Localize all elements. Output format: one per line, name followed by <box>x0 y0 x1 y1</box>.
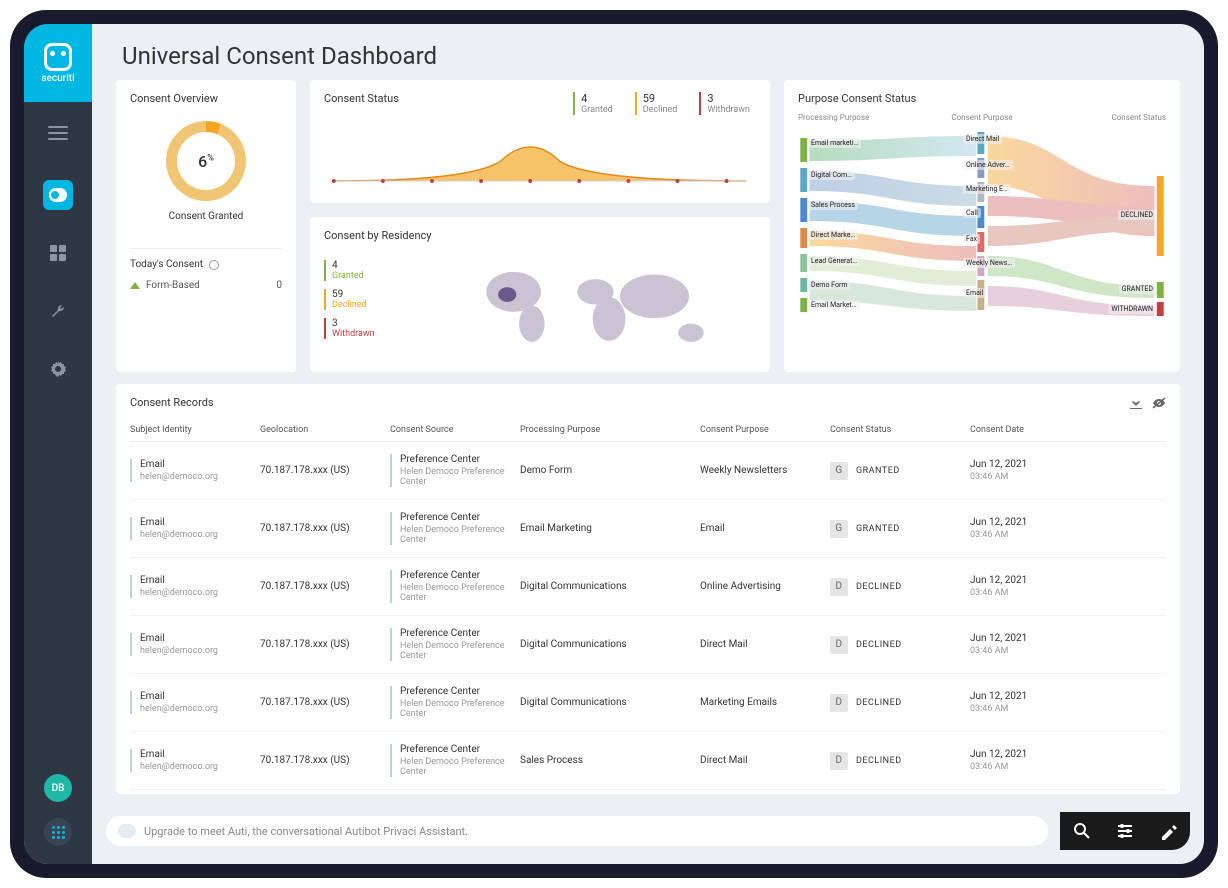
footer-tools <box>1060 812 1190 850</box>
chat-icon <box>118 824 136 838</box>
stat-declined-lbl: Declined <box>643 105 678 115</box>
brand-logo[interactable]: securiti <box>24 24 92 102</box>
stat-granted-lbl: Granted <box>581 105 613 115</box>
res-withdrawn-num: 3 <box>332 318 434 329</box>
today-row-value: 0 <box>276 280 282 291</box>
assistant-text: Upgrade to meet Auti, the conversational… <box>144 825 468 838</box>
stat-granted-num: 4 <box>581 92 613 105</box>
brand-name: securiti <box>41 73 74 84</box>
sankey-diagram: Email marketi… Digital Com… Sales Process D… <box>798 126 1166 326</box>
table-row[interactable]: Emailhelen@democo.org70.187.178.xxx (US)… <box>130 558 1166 616</box>
sankey-target-node: WITHDRAWN <box>1108 304 1156 314</box>
table-row[interactable]: Emailhelen@democo.org70.187.178.xxx (US)… <box>130 732 1166 790</box>
today-consent-title: Today's Consent <box>130 259 203 270</box>
table-header-cell[interactable]: Processing Purpose <box>520 425 700 435</box>
sankey-col2: Consent Purpose <box>921 113 1044 122</box>
consent-area-chart <box>324 121 756 191</box>
sankey-target-node: DECLINED <box>1118 210 1156 220</box>
world-map <box>444 260 756 360</box>
sidebar: securiti DB <box>24 24 92 864</box>
sankey-title: Purpose Consent Status <box>798 92 1166 105</box>
table-header-cell[interactable]: Consent Status <box>830 425 970 435</box>
sankey-source-node: Sales Process <box>808 200 858 210</box>
consent-records-card: Consent Records Subject IdentityGeolocat… <box>116 384 1180 794</box>
logo-icon <box>44 43 72 71</box>
status-title: Consent Status <box>324 92 399 105</box>
overview-title: Consent Overview <box>130 92 282 105</box>
sankey-mid-node: Online Adver… <box>963 160 1013 170</box>
search-icon[interactable] <box>1073 822 1091 840</box>
consent-gauge: 6% <box>166 121 246 201</box>
sankey-mid-node: Fax <box>963 234 980 244</box>
consent-status-card: Consent Status 4Granted 59Declined 3With… <box>310 80 770 203</box>
res-granted-num: 4 <box>332 260 434 271</box>
res-declined-lbl: Declined <box>332 300 434 310</box>
footer-bar: Upgrade to meet Auti, the conversational… <box>106 812 1190 850</box>
res-withdrawn-lbl: Withdrawn <box>332 329 434 339</box>
nav-consent-icon[interactable] <box>43 180 73 210</box>
sankey-col3: Consent Status <box>1043 113 1166 122</box>
table-row[interactable]: Emailhelen@democo.org70.187.178.xxx (US)… <box>130 500 1166 558</box>
today-row-label: Form-Based <box>146 280 200 291</box>
purpose-consent-card: Purpose Consent Status Processing Purpos… <box>784 80 1180 372</box>
sankey-mid-node: Marketing E… <box>963 184 1011 194</box>
stat-declined-num: 59 <box>643 92 678 105</box>
sankey-source-node: Demo Form <box>808 280 850 290</box>
nav-tools-icon[interactable] <box>43 296 73 326</box>
gauge-value: 6 <box>198 152 207 171</box>
nav-settings-icon[interactable] <box>43 354 73 384</box>
download-icon[interactable] <box>1130 397 1142 409</box>
clock-icon <box>209 260 219 270</box>
apps-icon[interactable] <box>44 818 72 846</box>
nav-dashboard-icon[interactable] <box>43 238 73 268</box>
consent-residency-card: Consent by Residency 4Granted 59Declined… <box>310 217 770 372</box>
sankey-col1: Processing Purpose <box>798 113 921 122</box>
res-declined-num: 59 <box>332 289 434 300</box>
user-avatar[interactable]: DB <box>44 774 72 802</box>
sankey-source-node: Lead Generat… <box>808 256 860 266</box>
gauge-label: Consent Granted <box>169 211 244 222</box>
table-header-cell[interactable]: Consent Date <box>970 425 1100 435</box>
page-title: Universal Consent Dashboard <box>122 42 1174 70</box>
stat-withdrawn-lbl: Withdrawn <box>707 105 750 115</box>
assistant-prompt[interactable]: Upgrade to meet Auti, the conversational… <box>106 816 1048 846</box>
stat-withdrawn-num: 3 <box>707 92 750 105</box>
records-title: Consent Records <box>130 396 214 409</box>
visibility-off-icon[interactable] <box>1152 397 1166 409</box>
trend-up-icon <box>130 282 140 289</box>
table-header-cell[interactable]: Consent Source <box>390 425 520 435</box>
sankey-source-node: Direct Marke… <box>808 230 858 240</box>
residency-title: Consent by Residency <box>324 229 756 242</box>
table-header-cell[interactable]: Geolocation <box>260 425 390 435</box>
sankey-target-node: GRANTED <box>1119 284 1156 294</box>
sankey-mid-node: Direct Mail <box>963 134 1002 144</box>
table-row[interactable]: Emailhelen@democo.org70.187.178.xxx (US)… <box>130 616 1166 674</box>
table-row[interactable]: Emailhelen@democo.org70.187.178.xxx (US)… <box>130 442 1166 500</box>
sankey-source-node: Digital Com… <box>808 170 855 180</box>
sankey-source-node: Email Market… <box>808 300 860 310</box>
records-table-header: Subject IdentityGeolocationConsent Sourc… <box>130 419 1166 442</box>
sankey-mid-node: Call <box>963 208 981 218</box>
consent-overview-card: Consent Overview 6% Consent Granted Toda… <box>116 80 296 372</box>
menu-toggle-icon[interactable] <box>48 126 68 140</box>
res-granted-lbl: Granted <box>332 271 434 281</box>
sankey-mid-node: Email <box>963 288 986 298</box>
table-row[interactable]: Emailhelen@democo.org70.187.178.xxx (US)… <box>130 674 1166 732</box>
table-header-cell[interactable]: Consent Purpose <box>700 425 830 435</box>
header: Universal Consent Dashboard <box>92 24 1204 80</box>
sankey-source-node: Email marketi… <box>808 138 861 148</box>
gauge-unit: % <box>207 153 214 163</box>
build-icon[interactable] <box>1159 822 1177 840</box>
sankey-mid-node: Weekly News… <box>963 258 1015 268</box>
table-header-cell[interactable]: Subject Identity <box>130 425 260 435</box>
filter-icon[interactable] <box>1116 822 1134 840</box>
